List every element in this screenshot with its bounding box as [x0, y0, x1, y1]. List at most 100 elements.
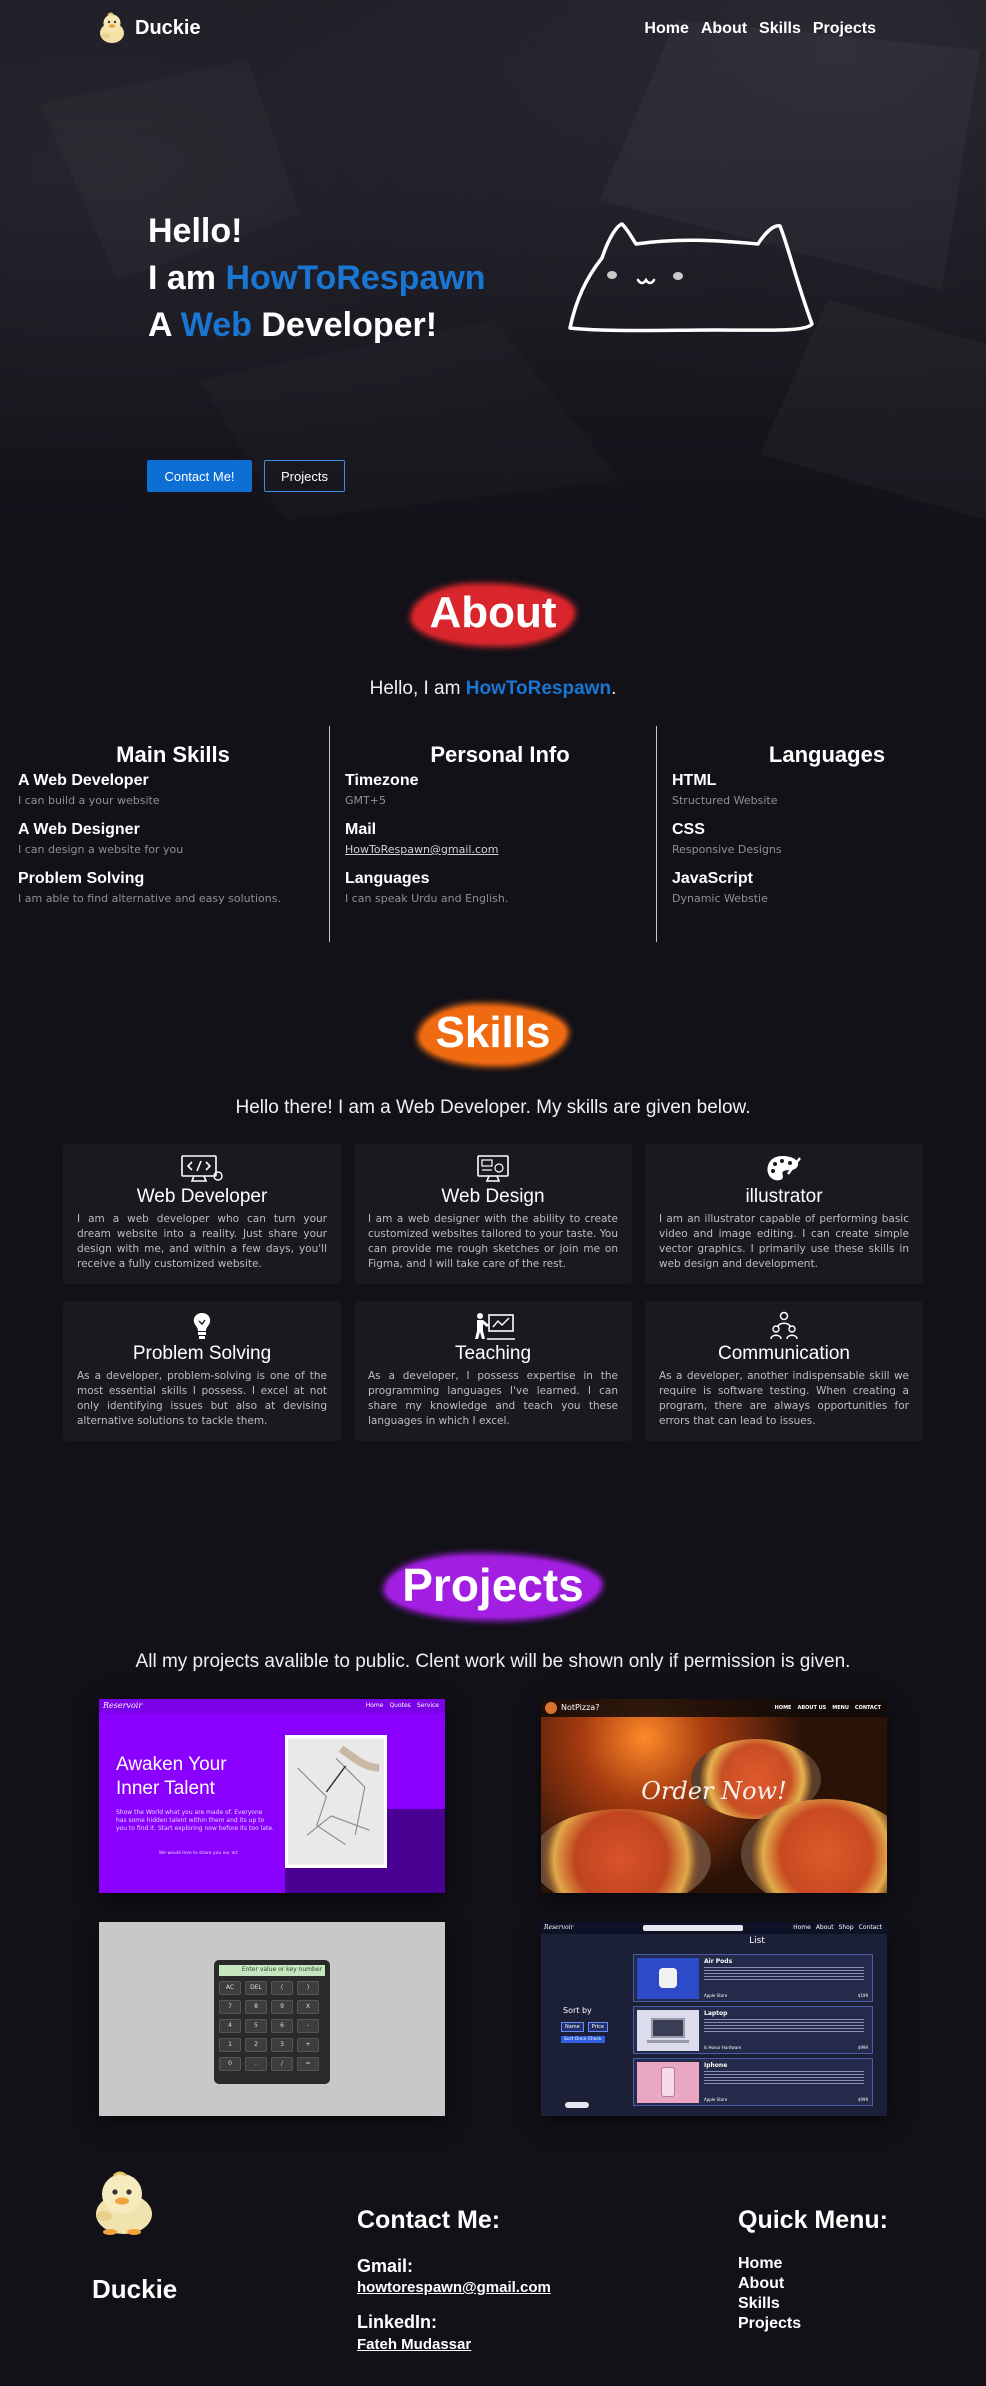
- nav-skills[interactable]: Skills: [759, 20, 801, 38]
- project-body: Show the World what you are made of. Eve…: [116, 1809, 274, 1832]
- list-title: List: [749, 1936, 765, 1946]
- iphone-device: [661, 2067, 675, 2097]
- calculator-key[interactable]: X: [297, 2000, 319, 2014]
- skill-description: I am a web developer who can turn your d…: [77, 1213, 327, 1270]
- calculator-key[interactable]: 5: [245, 2019, 267, 2033]
- contact-title: Contact Me:: [357, 2206, 501, 2234]
- projects-title: Projects: [0, 1554, 986, 1618]
- sketch-drawing: [288, 1739, 384, 1864]
- shop-item: Iphone Apple Store $999: [633, 2058, 873, 2106]
- column-heading: Languages: [768, 742, 886, 767]
- about-item: Timezone GMT+5: [345, 772, 655, 807]
- laptop-base: [647, 2040, 689, 2043]
- item-description: [704, 2019, 864, 2033]
- sort-button: Sort Once Check: [561, 2036, 605, 2043]
- calculator-key[interactable]: 4: [219, 2019, 241, 2033]
- calculator-keypad: AC DEL () 7 8 9 X 4 5 6- 1 2 3 +0. / =: [219, 1981, 325, 2071]
- brand-name: Duckie: [135, 16, 201, 39]
- headline-line: Awaken Your: [116, 1754, 227, 1775]
- teacher-icon: [475, 1313, 515, 1340]
- sort-option: Name: [561, 2022, 584, 2032]
- contact-me-button[interactable]: Contact Me!: [147, 460, 252, 492]
- design-monitor-icon: [477, 1155, 509, 1182]
- projects-button[interactable]: Projects: [264, 460, 345, 492]
- project-logo: NotPizza?: [561, 1703, 600, 1712]
- footer: Duckie Contact Me: Gmail: howtorespawn@g…: [0, 2160, 986, 2386]
- calculator-display[interactable]: Enter value or key number: [219, 1965, 325, 1976]
- hero-line-3-prefix: A: [148, 306, 181, 344]
- project-shop[interactable]: Reservoir Home About Shop Contact List S…: [541, 1922, 887, 2116]
- skills-intro: Hello there! I am a Web Developer. My sk…: [235, 1097, 751, 1118]
- project-pizza[interactable]: NotPizza? HOME ABOUT US MENU CONTACT Ord…: [541, 1699, 887, 1893]
- calculator-key[interactable]: .: [245, 2057, 267, 2071]
- project-footer-text: We would love to share you our art: [159, 1851, 238, 1856]
- lightbulb-icon: [193, 1313, 211, 1339]
- gmail-link[interactable]: howtorespawn@gmail.com: [357, 2279, 551, 2296]
- quick-menu-projects[interactable]: Projects: [738, 2314, 801, 2334]
- brand[interactable]: Duckie: [97, 12, 201, 44]
- headline-line: Inner Talent: [116, 1778, 215, 1799]
- projects-intro: All my projects avalible to public. Clen…: [135, 1651, 851, 1672]
- about-item-key: CSS: [672, 821, 705, 838]
- about-item: HTML Structured Website: [672, 772, 982, 807]
- quick-menu: Home About Skills Projects: [738, 2254, 801, 2334]
- calculator-key[interactable]: -: [297, 2019, 319, 2033]
- calculator-key[interactable]: /: [271, 2057, 293, 2071]
- calculator-key[interactable]: 3: [271, 2038, 293, 2052]
- item-store: Is Honor Hardware: [704, 2045, 742, 2050]
- quick-menu-about[interactable]: About: [738, 2274, 801, 2294]
- calculator-key[interactable]: 6: [271, 2019, 293, 2033]
- project-reservoir[interactable]: Reservoir Home Quotes Service Awaken You…: [99, 1699, 445, 1893]
- calculator-key[interactable]: 7: [219, 2000, 241, 2014]
- about-item-key: Problem Solving: [18, 870, 145, 887]
- item-store: Apple Store: [704, 1993, 728, 1998]
- project-nav-item: Contact: [858, 1924, 882, 1931]
- people-icon: [770, 1311, 798, 1340]
- about-item-key: A Web Developer: [18, 772, 149, 789]
- hero-line-2-prefix: I am: [148, 259, 226, 297]
- about-item: Problem Solving I am able to find altern…: [18, 870, 328, 905]
- about-intro: Hello, I am HowToRespawn.: [0, 678, 986, 700]
- calculator-key[interactable]: ): [297, 1981, 319, 1995]
- hero-line-3-suffix: Developer!: [251, 306, 438, 344]
- about-item: JavaScript Dynamic Webstie: [672, 870, 982, 905]
- nav-about[interactable]: About: [701, 20, 747, 38]
- column-divider: [656, 726, 657, 942]
- about-columns: Main Skills A Web Developer I can build …: [0, 726, 986, 944]
- about-item: CSS Responsive Designs: [672, 821, 982, 856]
- calculator-key[interactable]: 8: [245, 2000, 267, 2014]
- about-intro-prefix: Hello, I am: [369, 678, 466, 699]
- calculator-key[interactable]: +: [297, 2038, 319, 2052]
- skill-title: illustrator: [745, 1186, 823, 1207]
- calculator-key[interactable]: 0: [219, 2057, 241, 2071]
- calculator-key[interactable]: AC: [219, 1981, 241, 1995]
- project-nav-item: Shop: [838, 1924, 854, 1931]
- calculator-key[interactable]: 2: [245, 2038, 267, 2052]
- calculator-key[interactable]: 1: [219, 2038, 241, 2052]
- nav-projects[interactable]: Projects: [813, 20, 876, 38]
- item-description: [704, 1967, 864, 1981]
- calculator-key[interactable]: DEL: [245, 1981, 267, 1995]
- calculator-key[interactable]: (: [271, 1981, 293, 1995]
- gmail-label: Gmail:: [357, 2256, 414, 2276]
- item-name: Air Pods: [704, 1958, 733, 1965]
- quick-menu-home[interactable]: Home: [738, 2254, 801, 2274]
- project-nav: Home Quotes Service: [366, 1702, 439, 1709]
- skill-description: As a developer, problem-solving is one o…: [77, 1370, 327, 1427]
- calculator-key[interactable]: =: [297, 2057, 319, 2071]
- hero-highlight: Web: [180, 306, 252, 344]
- project-headline: Awaken Your Inner Talent: [116, 1753, 227, 1801]
- email-link[interactable]: HowToRespawn@gmail.com: [345, 843, 655, 856]
- calculator-key[interactable]: 9: [271, 2000, 293, 2014]
- about-item: A Web Designer I can design a website fo…: [18, 821, 328, 856]
- column-divider: [329, 726, 330, 942]
- project-calculator[interactable]: Enter value or key number AC DEL () 7 8 9 X 4 5 6…: [99, 1922, 445, 2116]
- skill-description: As a developer, another indispensable sk…: [659, 1370, 909, 1427]
- shop-item: Air Pods Apple Store $199: [633, 1954, 873, 2002]
- project-nav-item: Service: [416, 1702, 439, 1709]
- about-item: A Web Developer I can build a your websi…: [18, 772, 328, 807]
- about-item-key: A Web Designer: [18, 821, 140, 838]
- nav-home[interactable]: Home: [644, 20, 688, 38]
- linkedin-link[interactable]: Fateh Mudassar: [357, 2336, 471, 2353]
- quick-menu-skills[interactable]: Skills: [738, 2294, 801, 2314]
